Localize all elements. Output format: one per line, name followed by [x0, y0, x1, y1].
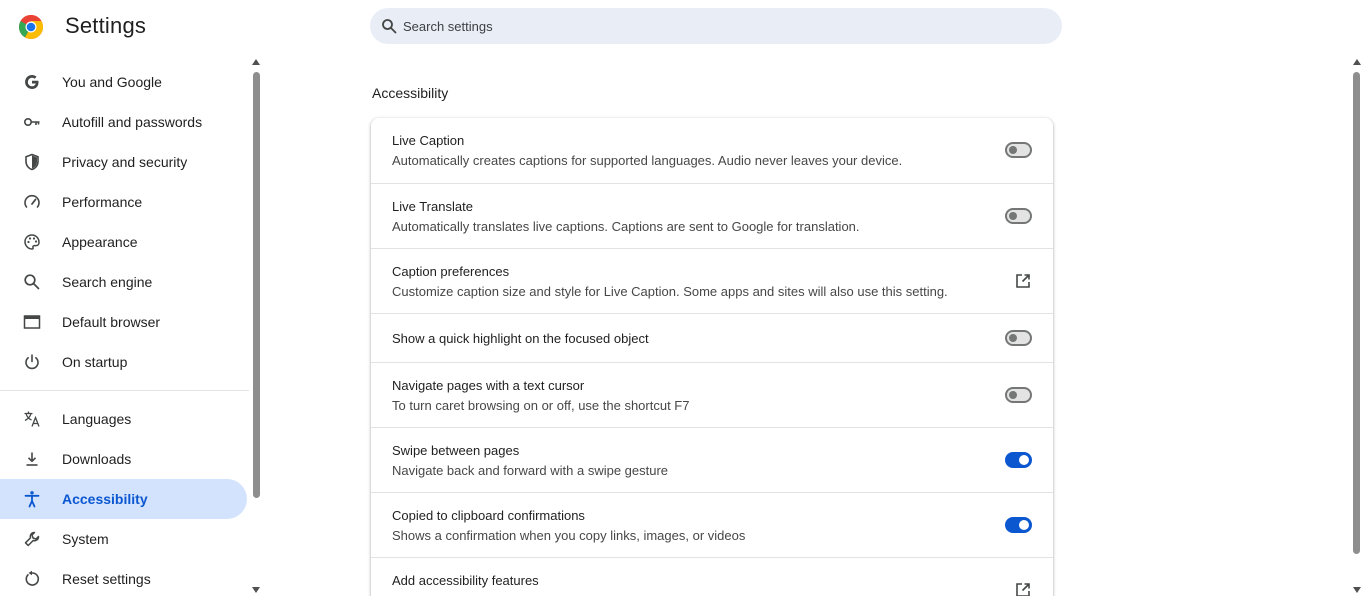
sidebar-item-label: Privacy and security: [62, 154, 188, 170]
setting-title: Live Translate: [392, 199, 473, 214]
google-g-icon: [25, 75, 39, 89]
live-translate-toggle[interactable]: [1005, 208, 1032, 224]
sidebar-item-search-engine[interactable]: Search engine: [0, 262, 247, 302]
sidebar-item-label: Languages: [62, 411, 132, 427]
shield-icon: [25, 153, 39, 171]
reset-icon: [25, 570, 40, 586]
setting-title: Show a quick highlight on the focused ob…: [392, 331, 649, 346]
sidebar-item-label: Appearance: [62, 234, 138, 250]
accessibility-settings-card: Live Caption Automatically creates capti…: [371, 118, 1053, 596]
clipboard-confirmations-toggle[interactable]: [1005, 517, 1032, 533]
setting-description: Customize caption size and style for Liv…: [392, 284, 948, 299]
setting-description: Shows a confirmation when you copy links…: [392, 528, 746, 543]
sidebar-scroll-up-arrow[interactable]: [251, 58, 261, 66]
sidebar-item-you-and-google[interactable]: You and Google: [0, 62, 247, 102]
sidebar-item-default-browser[interactable]: Default browser: [0, 302, 247, 342]
sidebar-item-appearance[interactable]: Appearance: [0, 222, 247, 262]
sidebar-item-label: Default browser: [62, 314, 161, 330]
setting-row-live-translate[interactable]: Live Translate Automatically translates …: [371, 183, 1053, 248]
sidebar-item-label: Performance: [62, 194, 143, 210]
sidebar-item-autofill[interactable]: Autofill and passwords: [0, 102, 247, 142]
sidebar-item-label: Search engine: [62, 274, 153, 290]
setting-title: Copied to clipboard confirmations: [392, 508, 585, 523]
chrome-logo-icon: [19, 15, 43, 39]
sidebar-item-label: You and Google: [62, 74, 162, 90]
translate-icon: [24, 411, 40, 427]
settings-window: Settings You and Google Autof: [0, 0, 1363, 596]
search-input[interactable]: [403, 8, 1043, 44]
focus-highlight-toggle[interactable]: [1005, 330, 1032, 346]
external-link-icon[interactable]: [1015, 273, 1031, 289]
setting-title: Live Caption: [392, 133, 465, 148]
setting-row-caption-preferences[interactable]: Caption preferences Customize caption si…: [371, 248, 1053, 313]
live-caption-toggle[interactable]: [1005, 142, 1032, 158]
header: Settings: [0, 0, 1363, 56]
setting-description: Navigate back and forward with a swipe g…: [392, 463, 669, 478]
external-link-icon[interactable]: [1015, 582, 1031, 596]
setting-description: Automatically creates captions for suppo…: [392, 153, 903, 168]
sidebar-item-downloads[interactable]: Downloads: [0, 439, 247, 479]
search-icon: [24, 274, 40, 290]
main-scrollbar-thumb[interactable]: [1353, 72, 1360, 554]
accessibility-icon: [24, 491, 40, 508]
speedometer-icon: [24, 194, 40, 208]
setting-description: To turn caret browsing on or off, use th…: [392, 398, 690, 413]
sidebar-item-label: On startup: [62, 354, 128, 370]
palette-icon: [24, 234, 40, 250]
wrench-icon: [24, 531, 40, 547]
sidebar-item-performance[interactable]: Performance: [0, 182, 247, 222]
sidebar-divider: [0, 390, 249, 391]
sidebar-scrollbar-thumb[interactable]: [253, 72, 260, 498]
setting-row-swipe-between-pages[interactable]: Swipe between pages Navigate back and fo…: [371, 427, 1053, 492]
caret-browsing-toggle[interactable]: [1005, 387, 1032, 403]
sidebar-item-system[interactable]: System: [0, 519, 247, 559]
setting-title: Navigate pages with a text cursor: [392, 378, 585, 393]
sidebar-item-label: Reset settings: [62, 571, 151, 587]
sidebar-scroll-down-arrow[interactable]: [251, 586, 261, 594]
sidebar-item-languages[interactable]: Languages: [0, 399, 247, 439]
setting-row-add-accessibility-features[interactable]: Add accessibility features: [371, 557, 1053, 596]
swipe-between-pages-toggle[interactable]: [1005, 452, 1032, 468]
setting-description: Automatically translates live captions. …: [392, 219, 860, 234]
search-icon: [382, 19, 397, 34]
sidebar-item-on-startup[interactable]: On startup: [0, 342, 247, 382]
search-box[interactable]: [370, 8, 1062, 44]
sidebar-item-reset-settings[interactable]: Reset settings: [0, 559, 247, 596]
sidebar-item-label: System: [62, 531, 109, 547]
setting-row-caret-browsing[interactable]: Navigate pages with a text cursor To tur…: [371, 362, 1053, 427]
sidebar-item-privacy[interactable]: Privacy and security: [0, 142, 247, 182]
setting-title: Caption preferences: [392, 264, 510, 279]
setting-row-focus-highlight[interactable]: Show a quick highlight on the focused ob…: [371, 313, 1053, 362]
setting-row-live-caption[interactable]: Live Caption Automatically creates capti…: [371, 118, 1053, 183]
main-scroll-down-arrow[interactable]: [1352, 586, 1362, 594]
setting-row-clipboard-confirmations[interactable]: Copied to clipboard confirmations Shows …: [371, 492, 1053, 557]
setting-title: Add accessibility features: [392, 573, 539, 588]
sidebar: You and Google Autofill and passwords Pr…: [0, 62, 250, 596]
main-scroll-up-arrow[interactable]: [1352, 58, 1362, 66]
sidebar-item-label: Accessibility: [62, 491, 148, 507]
sidebar-item-label: Downloads: [62, 451, 132, 467]
sidebar-item-label: Autofill and passwords: [62, 114, 203, 130]
section-title: Accessibility: [372, 85, 449, 101]
browser-window-icon: [23, 315, 41, 329]
sidebar-item-accessibility[interactable]: Accessibility: [0, 479, 247, 519]
power-icon: [25, 354, 39, 370]
page-title: Settings: [65, 13, 147, 38]
key-icon: [23, 118, 40, 127]
download-icon: [26, 452, 38, 466]
setting-title: Swipe between pages: [392, 443, 520, 458]
